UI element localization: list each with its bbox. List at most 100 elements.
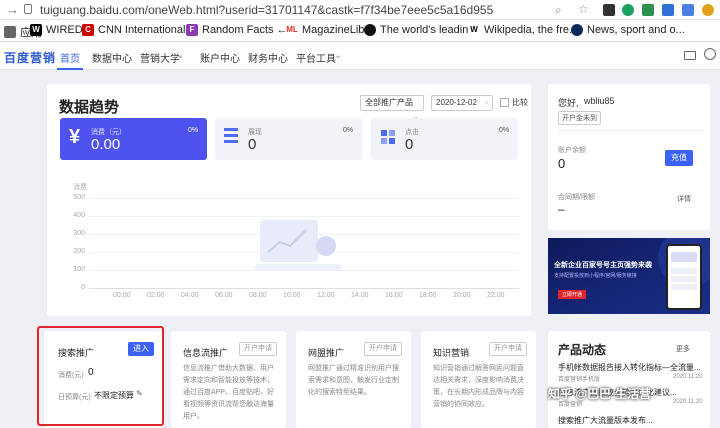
x-tick: 08:00 xyxy=(249,292,267,299)
x-tick: 10:00 xyxy=(283,292,301,299)
details-link[interactable]: 详情 xyxy=(677,194,691,204)
calendar-icon: ▫ xyxy=(485,98,488,107)
extension-icon[interactable] xyxy=(603,4,615,16)
translate-icon[interactable] xyxy=(682,4,694,16)
x-tick: 00:00 xyxy=(113,292,131,299)
chevron-down-icon: ⌄ xyxy=(334,50,343,61)
date-picker[interactable]: 2020-12-02 ▫ xyxy=(431,95,493,111)
recharge-button[interactable]: 充值 xyxy=(665,150,693,166)
more-link[interactable]: 更多 xyxy=(676,344,690,354)
metric-card-clicks[interactable]: 点击 0 0% xyxy=(371,118,518,160)
compare-checkbox[interactable] xyxy=(500,98,509,107)
browser-address-bar: → tuiguang.baidu.com/oneWeb.html?userid=… xyxy=(0,0,720,20)
x-tick: 22:00 xyxy=(487,292,505,299)
apply-button[interactable]: 开户申请 xyxy=(364,342,402,356)
profile-icon[interactable] xyxy=(702,4,714,16)
card-title: 知识营销 xyxy=(433,348,470,358)
x-tick: 14:00 xyxy=(351,292,369,299)
list-icon xyxy=(224,128,238,131)
product-filter-select[interactable]: 全部推广产品 ⌄ xyxy=(360,95,424,121)
metric-value: 0 xyxy=(405,136,414,153)
magazinelib-icon: ML xyxy=(286,24,298,36)
bookmark-wired[interactable]: W WIRED xyxy=(30,24,83,36)
url-text[interactable]: tuiguang.baidu.com/oneWeb.html?userid=31… xyxy=(40,3,493,17)
banner-subtitle: 支持配置投放到小程序/官网/服务链接 xyxy=(554,273,637,279)
news-item-title[interactable]: 搜索推广大流量版本发布... xyxy=(558,415,706,426)
contract-label: 合同期/限额 xyxy=(558,194,595,201)
apply-button[interactable]: 开户申请 xyxy=(239,342,277,356)
bookmark-wikipedia[interactable]: W Wikipedia, the fre... xyxy=(468,24,578,36)
chevron-down-icon: ⌄ xyxy=(176,50,185,61)
promo-banner[interactable]: 全新企业百家号号主页强势来袭 支持配置投放到小程序/官网/服务链接 立即开通 xyxy=(548,238,710,314)
data-trend-panel: 数据趋势 全部推广产品 ⌄ 2020-12-02 ▫ 比较 ¥ 消费（元） 0.00… xyxy=(47,84,531,316)
extension-icon[interactable] xyxy=(662,4,674,16)
y-tick: 0 xyxy=(81,284,85,291)
metric-percent: 0% xyxy=(343,127,354,134)
user-icon[interactable] xyxy=(704,48,716,60)
news-item-date: 2020.11.20 xyxy=(673,374,703,380)
news-icon xyxy=(571,24,583,36)
banner-cta[interactable]: 立即开通 xyxy=(558,290,587,299)
nav-finance-center[interactable]: 财务中心 xyxy=(248,50,288,65)
balance-label: 账户余额 xyxy=(558,147,586,154)
phone-mockup xyxy=(666,244,702,310)
metric-percent: 0% xyxy=(188,127,199,134)
x-tick: 18:00 xyxy=(419,292,437,299)
metric-card-cost[interactable]: ¥ 消费（元） 0.00 0% xyxy=(60,118,207,160)
trend-chart: 消费 500 400 300 200 100 0 00:00 02:00 04:… xyxy=(47,182,531,312)
product-news-panel: 产品动态 更多 手机帐数据报告接入转化指标—全流量... 百度营销手机版 202… xyxy=(548,331,710,428)
bookmark-news-sport[interactable]: News, sport and o... xyxy=(571,24,685,36)
chart-y-label: 消费 xyxy=(73,184,87,191)
nav-account-center[interactable]: 账户中心 xyxy=(200,50,240,65)
mail-icon[interactable] xyxy=(684,51,696,60)
greeting: 您好, xyxy=(558,98,579,108)
search-icon[interactable]: ⌕ xyxy=(555,3,567,17)
x-tick: 02:00 xyxy=(147,292,165,299)
bookmark-magazinelib[interactable]: ML MagazineLib xyxy=(286,24,364,36)
x-tick: 04:00 xyxy=(181,292,199,299)
nav-platform-tools[interactable]: 平台工具 xyxy=(296,50,336,65)
y-tick: 100 xyxy=(73,266,85,273)
empty-chart-illustration xyxy=(254,220,342,270)
x-axis-line xyxy=(89,288,519,289)
bookmark-random-facts[interactable]: F Random Facts ←... xyxy=(186,24,297,36)
card-description: 网盟推广通过精准识别用户搜索需求和意图，触发行业定制化的搜索特型结果。 xyxy=(308,365,399,396)
extension-icon[interactable] xyxy=(642,4,654,16)
zhihu-watermark: 知乎 @巴巴·生活营 xyxy=(548,387,652,401)
grid-icon xyxy=(381,130,387,136)
x-tick: 16:00 xyxy=(385,292,403,299)
baidu-marketing-logo[interactable]: 百度营销 xyxy=(4,49,56,66)
grid-line xyxy=(89,198,519,199)
evernote-icon[interactable] xyxy=(622,4,634,16)
x-tick: 12:00 xyxy=(317,292,335,299)
nav-marketing-university[interactable]: 营销大学 xyxy=(140,50,180,65)
product-card-network: 网盟推广 开户申请 网盟推广通过精准识别用户搜索需求和意图，触发行业定制化的搜索… xyxy=(296,331,411,428)
apps-grid-icon xyxy=(4,26,16,38)
random-facts-icon: F xyxy=(186,24,198,36)
y-tick: 300 xyxy=(73,230,85,237)
account-status-badge: 开户金未到 xyxy=(558,111,601,125)
metric-value: 0 xyxy=(248,136,257,153)
nav-data-center[interactable]: 数据中心 xyxy=(92,50,132,65)
wired-icon: W xyxy=(30,24,42,36)
app-header: 百度营销 首页 数据中心 营销大学 ⌄ 账户中心 财务中心 平台工具 ⌄ xyxy=(0,42,720,70)
news-item-date: 2020.11.20 xyxy=(673,399,703,405)
metric-percent: 0% xyxy=(499,127,510,134)
banner-headline: 全新企业百家号号主页强势来袭 xyxy=(554,262,652,269)
product-card-knowledge: 知识营销 开户申请 知识营销通过解答网民问题直达相关需求，深度影响消费决策，在长… xyxy=(421,331,536,428)
wikipedia-icon: W xyxy=(468,24,480,36)
metric-card-impressions[interactable]: 展现 0 0% xyxy=(215,118,362,160)
card-description: 知识营销通过解答网民问题直达相关需求，深度影响消费决策，在长期内形成品牌与内容营… xyxy=(433,365,524,408)
apply-button[interactable]: 开户申请 xyxy=(489,342,527,356)
bookmark-cnn[interactable]: C CNN International... xyxy=(82,24,195,36)
nav-home[interactable]: 首页 xyxy=(60,50,80,65)
star-icon[interactable]: ☆ xyxy=(578,2,590,16)
balance-value: 0 xyxy=(558,156,566,171)
section-title: 产品动态 xyxy=(558,343,607,357)
news-item-meta: 百度营销手机版 xyxy=(558,377,601,383)
news-item-title[interactable]: 手机帐数据报告接入转化指标—全流量... xyxy=(558,362,706,373)
back-arrow-icon[interactable]: → xyxy=(6,2,19,17)
bookmark-the-world[interactable]: The world's leadin... xyxy=(364,24,477,36)
y-tick: 500 xyxy=(73,194,85,201)
username: wbliu85 xyxy=(584,96,615,106)
